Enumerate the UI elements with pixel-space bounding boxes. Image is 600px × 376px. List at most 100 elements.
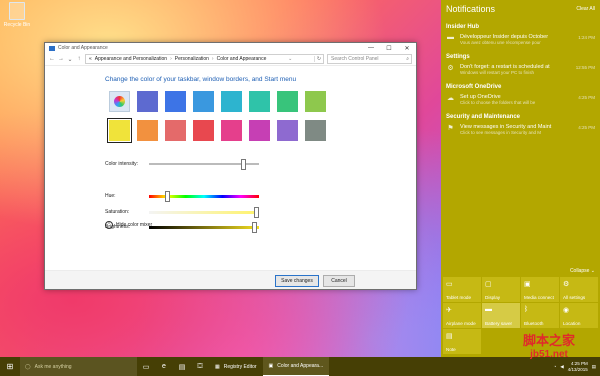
brightness-row: Brightness: bbox=[105, 220, 259, 234]
flag-icon: ⚑ bbox=[447, 125, 454, 132]
refresh-icon[interactable]: ↻ bbox=[314, 56, 323, 62]
search-placeholder: Search Control Panel bbox=[331, 56, 379, 62]
notification-group: Insider Hub ▬ Développeur Insider depuis… bbox=[441, 22, 600, 48]
minimize-button[interactable]: — bbox=[362, 45, 380, 51]
recent-dropdown-icon[interactable]: ⌄ bbox=[67, 56, 73, 63]
color-intensity-slider[interactable] bbox=[149, 159, 259, 170]
breadcrumb-appearance[interactable]: Appearance and Personalization bbox=[95, 56, 167, 62]
control-panel-icon bbox=[49, 45, 55, 51]
action-center-icon[interactable]: ▤ bbox=[592, 364, 596, 370]
quick-action-label: Display bbox=[485, 295, 501, 300]
breadcrumb-personalization[interactable]: Personalization bbox=[175, 56, 209, 62]
notification-item[interactable]: ☁ Set up OneDrive Click to choose the fo… bbox=[441, 92, 600, 108]
color-swatch[interactable] bbox=[137, 91, 158, 112]
quick-action-location[interactable]: ◉ Location bbox=[560, 303, 598, 328]
breadcrumb[interactable]: « Appearance and Personalization › Perso… bbox=[85, 54, 324, 64]
hue-thumb[interactable] bbox=[165, 190, 170, 202]
color-swatch[interactable] bbox=[305, 91, 326, 112]
color-swatch[interactable] bbox=[249, 120, 270, 141]
clear-all-button[interactable]: Clear All bbox=[576, 6, 595, 12]
search-input[interactable]: Search Control Panel ⌕ bbox=[327, 54, 412, 64]
clock-date: 4/13/2015 bbox=[567, 366, 588, 372]
notification-group-title[interactable]: Security and Maintenance bbox=[441, 112, 600, 122]
notification-group: Settings ⚙ Don't forget: a restart is sc… bbox=[441, 52, 600, 78]
task-view-icon[interactable]: ▭ bbox=[137, 363, 155, 371]
system-tray: ◔ ◀ 4:25 PM 4/13/2015 ▤ bbox=[554, 361, 600, 373]
automatic-color-swatch[interactable] bbox=[109, 91, 130, 112]
main-content: Change the color of your taskbar, window… bbox=[45, 76, 416, 143]
notification-item[interactable]: ⚙ Don't forget: a restart is scheduled a… bbox=[441, 62, 600, 78]
close-button[interactable]: ✕ bbox=[398, 45, 416, 52]
store-icon[interactable]: ⛋ bbox=[191, 363, 209, 371]
color-swatch[interactable] bbox=[165, 120, 186, 141]
quick-action-display[interactable]: ▢ Display bbox=[482, 277, 520, 302]
start-button[interactable]: ⊞ bbox=[0, 362, 20, 371]
hue-slider[interactable] bbox=[149, 190, 259, 202]
quick-action-label: Note bbox=[446, 347, 456, 352]
display-icon: ▢ bbox=[485, 281, 492, 288]
brightness-thumb[interactable] bbox=[252, 221, 257, 233]
breadcrumb-color-appearance[interactable]: Color and Appearance bbox=[217, 56, 267, 62]
color-intensity-thumb[interactable] bbox=[241, 159, 246, 170]
quick-action-label: Airplane mode bbox=[446, 321, 476, 326]
cortana-search-box[interactable]: ◯ Ask me anything bbox=[20, 357, 137, 376]
brightness-slider[interactable] bbox=[149, 221, 259, 233]
color-swatch[interactable] bbox=[221, 91, 242, 112]
clock[interactable]: 4:25 PM 4/13/2015 bbox=[568, 361, 588, 373]
quick-action-battery-saver[interactable]: ▬ Battery saver bbox=[482, 303, 520, 328]
color-swatch[interactable] bbox=[249, 91, 270, 112]
color-swatch[interactable] bbox=[305, 120, 326, 141]
notification-groups: Insider Hub ▬ Développeur Insider depuis… bbox=[441, 22, 600, 138]
title-bar[interactable]: Color and Appearance — ☐ ✕ bbox=[45, 43, 416, 53]
breadcrumb-dropdown-icon[interactable]: ⌄ bbox=[288, 56, 292, 62]
color-swatch[interactable] bbox=[107, 118, 132, 143]
gear-icon: ⚙ bbox=[563, 281, 570, 288]
color-swatch[interactable] bbox=[137, 120, 158, 141]
quick-action-all-settings[interactable]: ⚙ All settings bbox=[560, 277, 598, 302]
forward-icon[interactable]: → bbox=[58, 56, 64, 62]
recycle-bin[interactable]: Recycle Bin bbox=[2, 2, 32, 28]
collapse-button[interactable]: Collapse ⌄ bbox=[570, 268, 595, 274]
window-title: Color and Appearance bbox=[58, 45, 108, 51]
quick-action-media-connect[interactable]: ▣ Media connect bbox=[521, 277, 559, 302]
back-icon[interactable]: ← bbox=[49, 56, 55, 62]
taskbar-app-color-appearance[interactable]: ▣ Color and Appeara... bbox=[262, 357, 330, 376]
notification-group-title[interactable]: Settings bbox=[441, 52, 600, 62]
volume-icon[interactable]: ◀ bbox=[560, 364, 563, 370]
notification-time: 4:25 PM bbox=[578, 95, 595, 100]
color-swatch[interactable] bbox=[277, 120, 298, 141]
color-swatch[interactable] bbox=[221, 120, 242, 141]
notification-item[interactable]: ▬ Développeur Insider depuis October Vou… bbox=[441, 32, 600, 48]
notification-body: Click to choose the folders that will be bbox=[460, 100, 536, 105]
color-swatch[interactable] bbox=[165, 91, 186, 112]
notification-group-title[interactable]: Microsoft OneDrive bbox=[441, 82, 600, 92]
color-intensity-label: Color intensity: bbox=[105, 161, 139, 167]
gear-icon: ⚙ bbox=[447, 65, 454, 72]
save-changes-button[interactable]: Save changes bbox=[275, 275, 319, 287]
up-icon[interactable]: ↑ bbox=[76, 56, 82, 62]
quick-action-note[interactable]: ▤ Note bbox=[443, 329, 481, 354]
color-swatch[interactable] bbox=[277, 91, 298, 112]
color-swatch[interactable] bbox=[193, 120, 214, 141]
edge-browser-icon[interactable]: e bbox=[155, 363, 173, 370]
notification-item[interactable]: ⚑ View messages in Security and Maint Cl… bbox=[441, 122, 600, 138]
network-icon[interactable]: ◔ bbox=[554, 364, 557, 369]
breadcrumb-separator-icon: › bbox=[211, 56, 214, 62]
maximize-button[interactable]: ☐ bbox=[380, 45, 398, 52]
tablet-icon: ▭ bbox=[446, 281, 453, 288]
saturation-thumb[interactable] bbox=[254, 206, 259, 218]
quick-action-bluetooth[interactable]: ᛒ Bluetooth bbox=[521, 303, 559, 328]
quick-action-airplane-mode[interactable]: ✈ Airplane mode bbox=[443, 303, 481, 328]
file-explorer-icon[interactable]: ▤ bbox=[173, 363, 191, 371]
breadcrumb-overflow[interactable]: « bbox=[89, 56, 92, 62]
notification-text: Développeur Insider depuis October Vous … bbox=[460, 34, 595, 45]
quick-action-tablet-mode[interactable]: ▭ Tablet mode bbox=[443, 277, 481, 302]
color-swatch[interactable] bbox=[193, 91, 214, 112]
taskbar-app-registry-editor[interactable]: ▦ Registry Editor bbox=[209, 357, 263, 376]
saturation-slider[interactable] bbox=[149, 206, 259, 218]
watermark-line1: 脚本之家 bbox=[522, 333, 575, 348]
hue-label: Hue: bbox=[105, 193, 116, 199]
notification-group-title[interactable]: Insider Hub bbox=[441, 22, 600, 32]
cancel-button[interactable]: Cancel bbox=[323, 275, 355, 287]
microphone-icon: ◯ bbox=[25, 363, 31, 370]
